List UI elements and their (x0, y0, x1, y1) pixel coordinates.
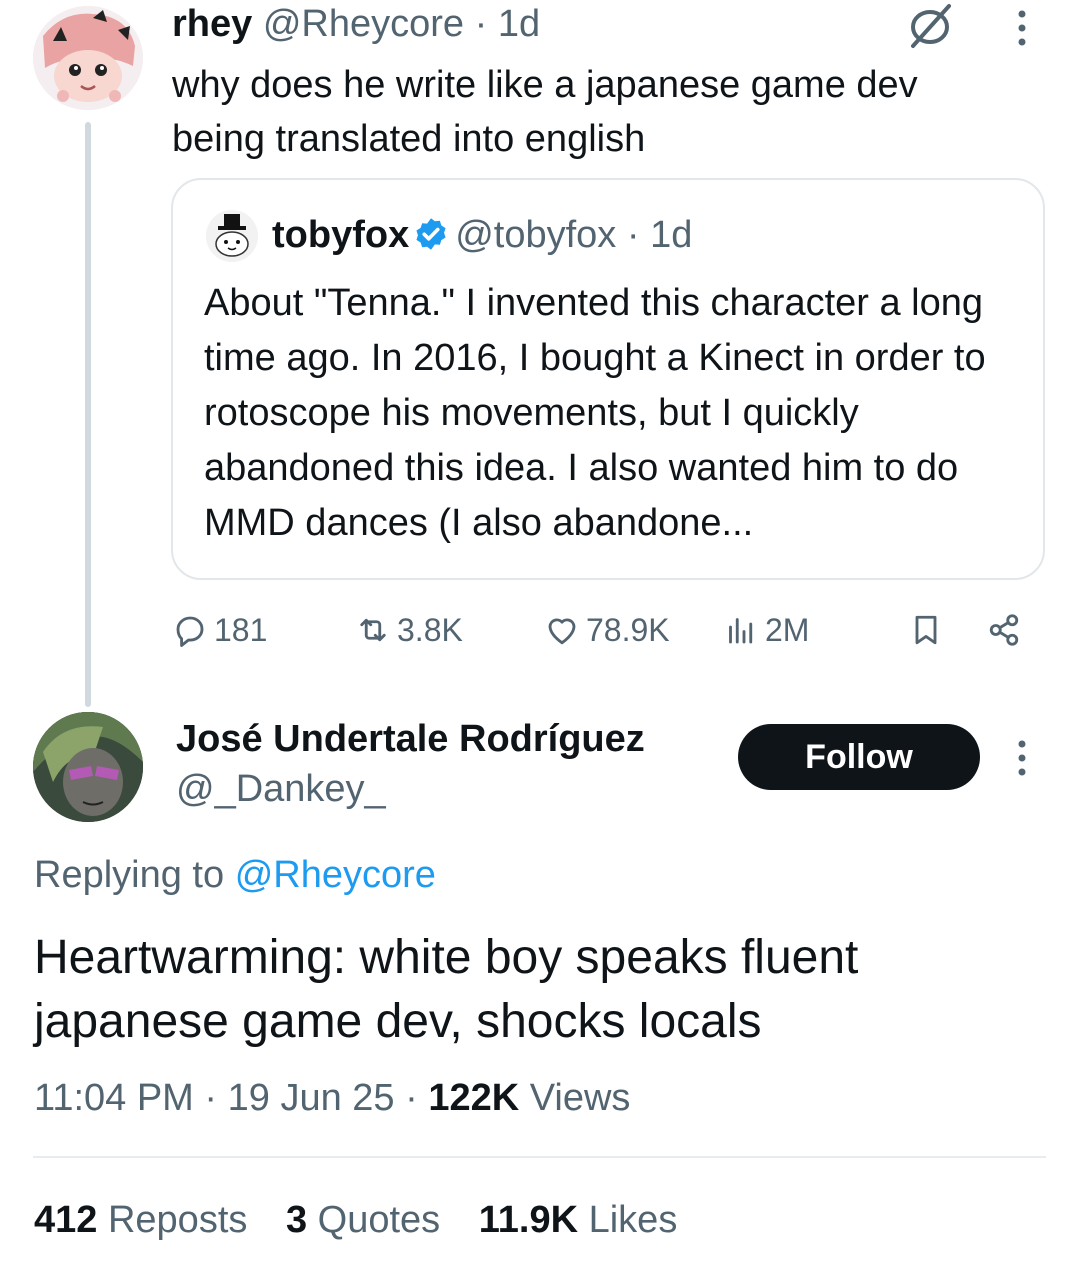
repost-icon (360, 618, 386, 642)
replying-to: Replying to @Rheycore (34, 852, 436, 898)
views-icon (729, 618, 753, 644)
quotes-stat[interactable]: 3 Quotes (286, 1199, 440, 1241)
bookmark-button[interactable] (908, 608, 950, 652)
tweet-meta: 11:04 PM · 19 Jun 25 · 122K Views (34, 1077, 631, 1119)
reposts-count: 412 (34, 1199, 98, 1241)
bookmark-icon (915, 615, 937, 645)
repost-count: 3.8K (397, 611, 463, 648)
avatar-rhey[interactable] (33, 6, 143, 110)
more-options-icon[interactable] (1010, 8, 1034, 48)
quote-header: tobyfox @tobyfox · 1d (272, 212, 692, 258)
views-label: Views (529, 1077, 631, 1119)
quote-tweet-text: About "Tenna." I invented this character… (204, 282, 986, 544)
separator-dot: · (626, 214, 640, 256)
reply-icon (176, 616, 204, 647)
parent-display-name[interactable]: rhey (172, 3, 252, 45)
views-count: 2M (765, 611, 810, 648)
like-button[interactable]: 78.9K (544, 608, 670, 652)
quote-display-name: tobyfox (272, 214, 410, 256)
likes-label: Likes (588, 1199, 678, 1241)
thread-line (85, 122, 91, 707)
avatar-jose[interactable] (33, 712, 143, 822)
parent-time[interactable]: 1d (498, 3, 540, 45)
repost-button[interactable]: 3.8K (355, 608, 463, 652)
likes-count: 11.9K (478, 1199, 579, 1241)
views-button[interactable]: 2M (723, 608, 809, 652)
parent-tweet-text: why does he write like a japanese game d… (172, 64, 918, 160)
main-handle[interactable]: @_Dankey_ (176, 766, 386, 812)
main-display-name[interactable]: José Undertale Rodríguez (176, 716, 645, 762)
tweet-time[interactable]: 11:04 PM (34, 1077, 194, 1119)
more-options-icon[interactable] (1010, 738, 1034, 778)
empty-set-icon (905, 0, 955, 50)
replying-prefix: Replying to (34, 854, 225, 896)
separator-dot: · (474, 3, 488, 45)
share-icon (989, 614, 1019, 646)
views-count: 122K (428, 1077, 520, 1119)
quotes-label: Quotes (317, 1199, 441, 1241)
follow-button[interactable]: Follow (738, 724, 980, 790)
main-tweet-text: Heartwarming: white boy speaks fluent ja… (34, 931, 859, 1048)
quote-time: 1d (650, 214, 693, 256)
share-button[interactable] (986, 608, 1028, 652)
avatar-tobyfox (206, 210, 258, 262)
heart-icon (548, 618, 576, 645)
quotes-count: 3 (285, 1199, 308, 1241)
divider (33, 1156, 1046, 1158)
quote-handle: @tobyfox (455, 214, 617, 256)
reposts-label: Reposts (107, 1199, 248, 1241)
likes-stat[interactable]: 11.9K Likes (479, 1199, 678, 1241)
replying-handle-link[interactable]: @Rheycore (235, 854, 436, 896)
verified-badge-icon (416, 218, 446, 250)
like-count: 78.9K (586, 611, 670, 648)
engagement-stats: 412 Reposts 3 Quotes 11.9K Likes (34, 1196, 705, 1244)
reply-count: 181 (214, 611, 268, 648)
reply-button[interactable]: 181 (172, 608, 267, 652)
reposts-stat[interactable]: 412 Reposts (34, 1199, 247, 1241)
parent-tweet-header: rhey @Rheycore · 1d (172, 2, 540, 46)
tweet-date[interactable]: 19 Jun 25 (228, 1077, 395, 1119)
parent-handle[interactable]: @Rheycore (263, 3, 464, 45)
